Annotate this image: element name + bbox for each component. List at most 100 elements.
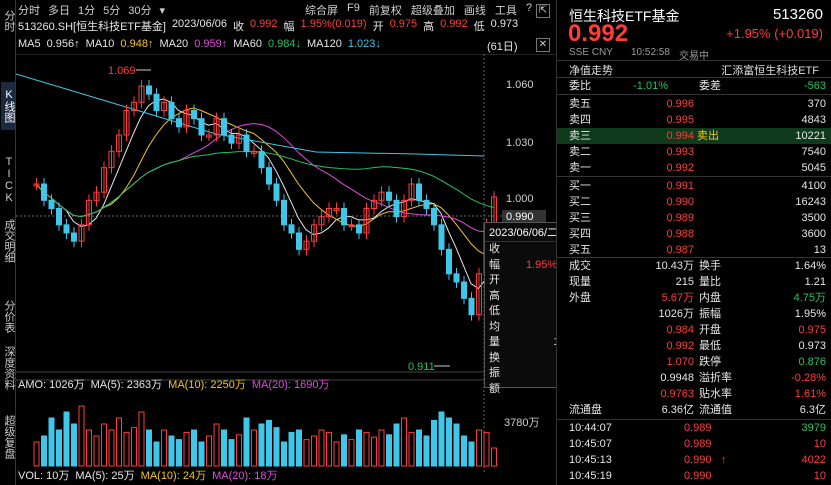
toolbar-tools[interactable]: 工具: [495, 2, 517, 18]
tick-time: 10:45:07: [569, 438, 612, 450]
toolbar-draw[interactable]: 画线: [464, 2, 486, 18]
bid-price: 0.990: [666, 196, 694, 208]
tick-volume: 4022: [801, 454, 826, 466]
bid-volume: 13: [813, 244, 826, 256]
stat-value: 5.67万: [661, 292, 694, 304]
bid-volume: 3500: [801, 212, 826, 224]
chart-grid: [16, 54, 556, 474]
price-change: +1.95% (+0.019): [726, 26, 823, 41]
days-selector[interactable]: (61日): [487, 38, 518, 54]
expand-icon[interactable]: ⇱: [536, 4, 550, 18]
amp-label: 幅: [283, 21, 295, 33]
tab-depth-data[interactable]: 深度资料: [1, 343, 15, 393]
left-tab-bar: 分时 K线图 TICK 成交明细 分价表 深度资料 超级复盘: [0, 0, 16, 485]
quote-panel: 恒生科技ETF基金 513260 0.992 +1.95% (+0.019) S…: [556, 0, 831, 485]
bid-row: 买一 0.991 4100: [557, 178, 831, 194]
stat-row: 0.9948 溢折率 -0.28%: [557, 370, 831, 386]
tick-row: 10:45:19 0.990 10: [557, 468, 831, 484]
open-label: 开: [372, 21, 384, 33]
current-price: 0.992: [568, 20, 629, 47]
low-value: 0.973: [490, 18, 519, 30]
stat-label: 量比: [699, 276, 721, 288]
stat-row: 1.070 跌停 0.876: [557, 354, 831, 370]
bid-label: 买二: [569, 196, 591, 208]
ask-label: 卖四: [569, 114, 591, 126]
stat-label: 贴水率: [699, 388, 732, 400]
amo-ma20: MA(20): 1690万: [251, 379, 330, 391]
ma120-value: 1.023↓: [347, 38, 381, 50]
vol-ma5: MA(5): 25万: [75, 470, 135, 482]
vol-ma10: MA(10): 24万: [140, 470, 207, 482]
tab-trade-detail[interactable]: 成交明细: [1, 210, 15, 272]
toolbar-adjust[interactable]: 前复权: [369, 2, 402, 18]
period-more-icon[interactable]: ▾: [160, 4, 166, 17]
tick-price: 0.990: [684, 454, 712, 466]
stat-label: 外盘: [569, 292, 591, 304]
tab-price-table[interactable]: 分价表: [1, 297, 15, 335]
tab-timeshare[interactable]: 分时: [1, 2, 15, 40]
tick-time: 10:45:19: [569, 470, 612, 482]
tab-replay[interactable]: 超级复盘: [1, 412, 15, 462]
amp-value: 1.95%(0.019): [300, 18, 367, 30]
close-value: 0.992: [250, 18, 278, 30]
amo-ma10: MA(10): 2250万: [168, 379, 246, 391]
stat-row: 外盘 5.67万 内盘 4.75万: [557, 290, 831, 306]
ma60-label: MA60: [233, 38, 262, 50]
volume-bars: [33, 405, 497, 467]
stat-label: 流通盘: [569, 404, 602, 416]
tooltip-label: 开: [489, 274, 500, 286]
ask-volume: 5045: [801, 162, 826, 174]
ma5-value: 0.956↑: [46, 38, 80, 50]
bid-label: 买一: [569, 180, 591, 192]
toolbar-help[interactable]: ?: [526, 2, 532, 18]
period-tab-multiday[interactable]: 多日: [48, 2, 70, 18]
ma20-value: 0.959↑: [194, 38, 228, 50]
order-ratio-row: 委比 -1.01% 委差 -563: [557, 78, 831, 94]
stat-label: 内盘: [699, 292, 721, 304]
ask-price: 0.996: [666, 98, 694, 110]
stat-row: 成交 10.43万 换手 1.64%: [557, 258, 831, 274]
stat-value: 1.95%: [794, 308, 826, 320]
stat-label: 最低: [699, 340, 721, 352]
info-date: 2023/06/06: [171, 18, 227, 30]
ma20-label: MA20: [159, 38, 189, 50]
close-icon[interactable]: ✕: [536, 38, 550, 52]
tick-arrow-icon: ↑: [721, 454, 727, 466]
stat-label: 跌停: [699, 356, 721, 368]
tooltip-label: 振: [489, 367, 500, 379]
stat-label: 流通值: [699, 404, 732, 416]
stat-value: 6.36亿: [661, 404, 694, 416]
webi-label: 委比: [569, 80, 591, 92]
tab-tick[interactable]: TICK: [1, 155, 15, 205]
tab-kline[interactable]: K线图: [1, 82, 15, 130]
high-label: 高: [423, 21, 435, 33]
stat-row: 1026万 振幅 1.95%: [557, 306, 831, 322]
bid-price: 0.987: [666, 244, 694, 256]
exchange-label: SSE CNY: [569, 47, 613, 58]
stat-value: 0.992: [666, 340, 694, 352]
period-tab-30min[interactable]: 30分: [128, 2, 151, 18]
toolbar-composite[interactable]: 综合屏: [305, 2, 338, 18]
price-tick-1000: 1.000: [506, 193, 534, 205]
kline-chart[interactable]: 1.060 1.030 1.000 0.990 1.069 0.911 3780…: [16, 54, 556, 474]
ask-row: 卖二 0.993 7540: [557, 144, 831, 160]
bid-label: 买三: [569, 212, 591, 224]
stat-value: 215: [675, 276, 694, 288]
tick-price: 0.989: [684, 422, 712, 434]
period-tab-1min[interactable]: 1分: [78, 2, 95, 18]
chart-toolbar: 综合屏 F9 前复权 超级叠加 画线 工具 ?: [305, 2, 532, 18]
ask-price: 0.994: [666, 130, 694, 142]
stat-label: 成交: [569, 260, 591, 272]
ask-volume: 10221: [795, 130, 826, 142]
toolbar-f9[interactable]: F9: [347, 2, 360, 18]
stat-label: 现量: [569, 276, 591, 288]
nav-trend-link[interactable]: 净值走势: [569, 62, 613, 78]
period-tab-timeshare[interactable]: 分时: [18, 2, 40, 18]
stat-label: 换手: [699, 260, 721, 272]
ask-volume: 7540: [801, 146, 826, 158]
tick-price: 0.989: [684, 438, 712, 450]
tick-row: 10:45:07 0.989 10: [557, 436, 831, 452]
volume-axis-tick: 3780万: [504, 417, 539, 429]
period-tab-5min[interactable]: 5分: [103, 2, 120, 18]
toolbar-overlay[interactable]: 超级叠加: [411, 2, 455, 18]
